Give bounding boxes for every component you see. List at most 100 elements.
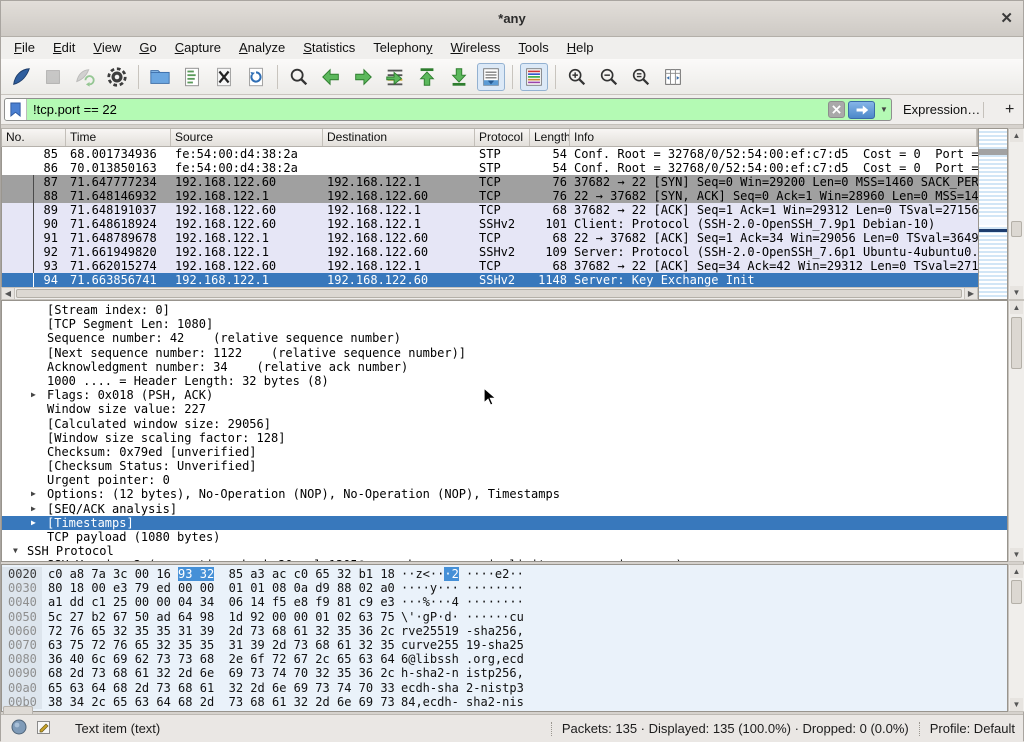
capture-stop-icon[interactable] — [39, 63, 67, 91]
packet-row-87[interactable]: 8771.647777234192.168.122.60192.168.122.… — [2, 175, 978, 189]
menu-capture[interactable]: Capture — [166, 37, 230, 59]
hex-row-0070[interactable]: 007063 75 72 76 65 32 35 35 31 39 2d 73 … — [2, 638, 1007, 652]
resize-columns-icon[interactable] — [659, 63, 687, 91]
close-window-icon[interactable]: ✕ — [1000, 1, 1013, 37]
packet-row-88[interactable]: 8871.648146932192.168.122.1192.168.122.6… — [2, 189, 978, 203]
detail-line[interactable]: [Window size scaling factor: 128] — [2, 431, 1007, 445]
menu-statistics[interactable]: Statistics — [294, 37, 364, 59]
expert-info-icon[interactable] — [11, 719, 27, 738]
hex-bytes[interactable]: 72 76 65 32 35 35 31 39 2d 73 68 61 32 3… — [48, 624, 396, 638]
scrollbar-thumb[interactable] — [1011, 221, 1022, 237]
menu-telephony[interactable]: Telephony — [364, 37, 441, 59]
hex-row-0060[interactable]: 006072 76 65 32 35 35 31 39 2d 73 68 61 … — [2, 624, 1007, 638]
detail-line[interactable]: [Next sequence number: 1122 (relative se… — [2, 346, 1007, 360]
hex-bytes[interactable]: 80 18 00 e3 79 ed 00 00 01 01 08 0a d9 8… — [48, 581, 396, 595]
column-header-destination[interactable]: Destination — [323, 129, 475, 146]
filter-clear-icon[interactable] — [828, 101, 845, 118]
scroll-up-icon[interactable]: ▲ — [1010, 565, 1023, 578]
filter-apply-icon[interactable] — [848, 101, 875, 119]
column-header-info[interactable]: Info — [570, 129, 977, 146]
packet-row-86[interactable]: 8670.013850163fe:54:00:d4:38:2aSTP54Conf… — [2, 161, 978, 175]
ascii-bytes[interactable]: rve25519 -sha256, — [401, 624, 524, 638]
detail-line[interactable]: Checksum: 0x79ed [unverified] — [2, 445, 1007, 459]
detail-line[interactable]: ▶Options: (12 bytes), No-Operation (NOP)… — [2, 487, 1007, 501]
expander-closed-icon[interactable]: ▶ — [31, 487, 36, 501]
capture-comment-icon[interactable] — [36, 719, 52, 738]
detail-line[interactable]: ▶[Timestamps] — [2, 516, 1007, 530]
go-forward-icon[interactable] — [349, 63, 377, 91]
add-filter-button[interactable]: + — [997, 95, 1022, 125]
scroll-up-icon[interactable]: ▲ — [1010, 301, 1023, 314]
detail-line[interactable]: Acknowledgment number: 34 (relative ack … — [2, 360, 1007, 374]
packet-row-90[interactable]: 9071.648618924192.168.122.60192.168.122.… — [2, 217, 978, 231]
menu-file[interactable]: File — [5, 37, 44, 59]
column-header-time[interactable]: Time — [66, 129, 171, 146]
hex-vscrollbar[interactable]: ▲ ▼ — [1008, 564, 1024, 712]
go-first-packet-icon[interactable] — [413, 63, 441, 91]
detail-line[interactable]: [Calculated window size: 29056] — [2, 417, 1007, 431]
hex-bytes[interactable]: a1 dd c1 25 00 00 04 34 06 14 f5 e8 f9 8… — [48, 595, 396, 609]
hex-row-00b0[interactable]: 00b038 34 2c 65 63 64 68 2d 73 68 61 32 … — [2, 695, 1007, 709]
column-header-no[interactable]: No. — [2, 129, 66, 146]
menu-wireless[interactable]: Wireless — [442, 37, 510, 59]
zoom-in-icon[interactable] — [563, 63, 591, 91]
menu-edit[interactable]: Edit — [44, 37, 84, 59]
packet-row-93[interactable]: 9371.662015274192.168.122.60192.168.122.… — [2, 259, 978, 273]
display-filter-input[interactable] — [27, 102, 828, 117]
expander-closed-icon[interactable]: ▶ — [31, 558, 36, 562]
ascii-bytes[interactable]: \'·gP·d· ······cu — [401, 610, 524, 624]
hex-bytes[interactable]: 5c 27 b2 67 50 ad 64 98 1d 92 00 00 01 0… — [48, 610, 396, 624]
scroll-down-icon[interactable]: ▼ — [1010, 286, 1023, 299]
auto-scroll-toggle-icon[interactable] — [477, 63, 505, 91]
detail-line[interactable]: [Stream index: 0] — [2, 303, 1007, 317]
menu-go[interactable]: Go — [130, 37, 165, 59]
file-save-icon[interactable] — [178, 63, 206, 91]
hex-row-0090[interactable]: 009068 2d 73 68 61 32 2d 6e 69 73 74 70 … — [2, 666, 1007, 680]
capture-options-icon[interactable] — [103, 63, 131, 91]
hex-row-00a0[interactable]: 00a065 63 64 68 2d 73 68 61 32 2d 6e 69 … — [2, 681, 1007, 695]
zoom-out-icon[interactable] — [595, 63, 623, 91]
detail-line[interactable]: Window size value: 227 — [2, 402, 1007, 416]
menu-analyze[interactable]: Analyze — [230, 37, 294, 59]
packet-row-94[interactable]: 9471.663856741192.168.122.1192.168.122.6… — [2, 273, 978, 287]
packet-list-minimap[interactable] — [978, 128, 1008, 300]
ascii-bytes[interactable]: ecdh-sha 2-nistp3 — [401, 681, 524, 695]
column-header-source[interactable]: Source — [171, 129, 323, 146]
ascii-bytes[interactable]: ··z<···2 ····e2·· — [401, 567, 524, 581]
capture-start-icon[interactable] — [7, 63, 35, 91]
file-open-icon[interactable] — [146, 63, 174, 91]
scroll-down-icon[interactable]: ▼ — [1010, 548, 1023, 561]
packet-row-85[interactable]: 8568.001734936fe:54:00:d4:38:2aSTP54Conf… — [2, 147, 978, 161]
packet-row-91[interactable]: 9171.648789678192.168.122.1192.168.122.6… — [2, 231, 978, 245]
menu-tools[interactable]: Tools — [509, 37, 557, 59]
ascii-bytes[interactable]: ····y··· ········ — [401, 581, 524, 595]
detail-line[interactable]: TCP payload (1080 bytes) — [2, 530, 1007, 544]
ascii-bytes[interactable]: h-sha2-n istp256, — [401, 666, 524, 680]
expander-closed-icon[interactable]: ▶ — [31, 516, 36, 530]
hex-bytes[interactable]: 36 40 6c 69 62 73 73 68 2e 6f 72 67 2c 6… — [48, 652, 396, 666]
profile-text[interactable]: Profile: Default — [930, 721, 1015, 736]
file-reload-icon[interactable] — [242, 63, 270, 91]
ascii-bytes[interactable]: ···%···4 ········ — [401, 595, 524, 609]
column-header-length[interactable]: Length — [530, 129, 570, 146]
filter-history-dropdown-icon[interactable]: ▼ — [877, 105, 891, 114]
hex-bytes[interactable]: c0 a8 7a 3c 00 16 93 32 85 a3 ac c0 65 3… — [48, 567, 396, 581]
hex-bytes[interactable]: 65 63 64 68 2d 73 68 61 32 2d 6e 69 73 7… — [48, 681, 396, 695]
scroll-left-icon[interactable]: ◀ — [2, 288, 15, 299]
expander-closed-icon[interactable]: ▶ — [31, 388, 36, 402]
go-back-icon[interactable] — [317, 63, 345, 91]
packet-list-vscrollbar[interactable]: ▲ ▼ — [1008, 128, 1024, 300]
detail-line[interactable]: Sequence number: 42 (relative sequence n… — [2, 331, 1007, 345]
ascii-bytes[interactable]: curve255 19-sha25 — [401, 638, 524, 652]
capture-restart-icon[interactable] — [71, 63, 99, 91]
detail-line[interactable]: Urgent pointer: 0 — [2, 473, 1007, 487]
scrollbar-thumb[interactable] — [1011, 317, 1022, 369]
hex-row-0080[interactable]: 008036 40 6c 69 62 73 73 68 2e 6f 72 67 … — [2, 652, 1007, 666]
ascii-bytes[interactable]: 6@libssh .org,ecd — [401, 652, 524, 666]
menu-help[interactable]: Help — [558, 37, 603, 59]
hex-row-0020[interactable]: 0020c0 a8 7a 3c 00 16 93 32 85 a3 ac c0 … — [2, 567, 1007, 581]
details-vscrollbar[interactable]: ▲ ▼ — [1008, 300, 1024, 562]
hex-bytes[interactable]: 68 2d 73 68 61 32 2d 6e 69 73 74 70 32 3… — [48, 666, 396, 680]
packet-list-hscrollbar[interactable]: ◀ ▶ — [1, 287, 978, 300]
hex-row-0030[interactable]: 003080 18 00 e3 79 ed 00 00 01 01 08 0a … — [2, 581, 1007, 595]
